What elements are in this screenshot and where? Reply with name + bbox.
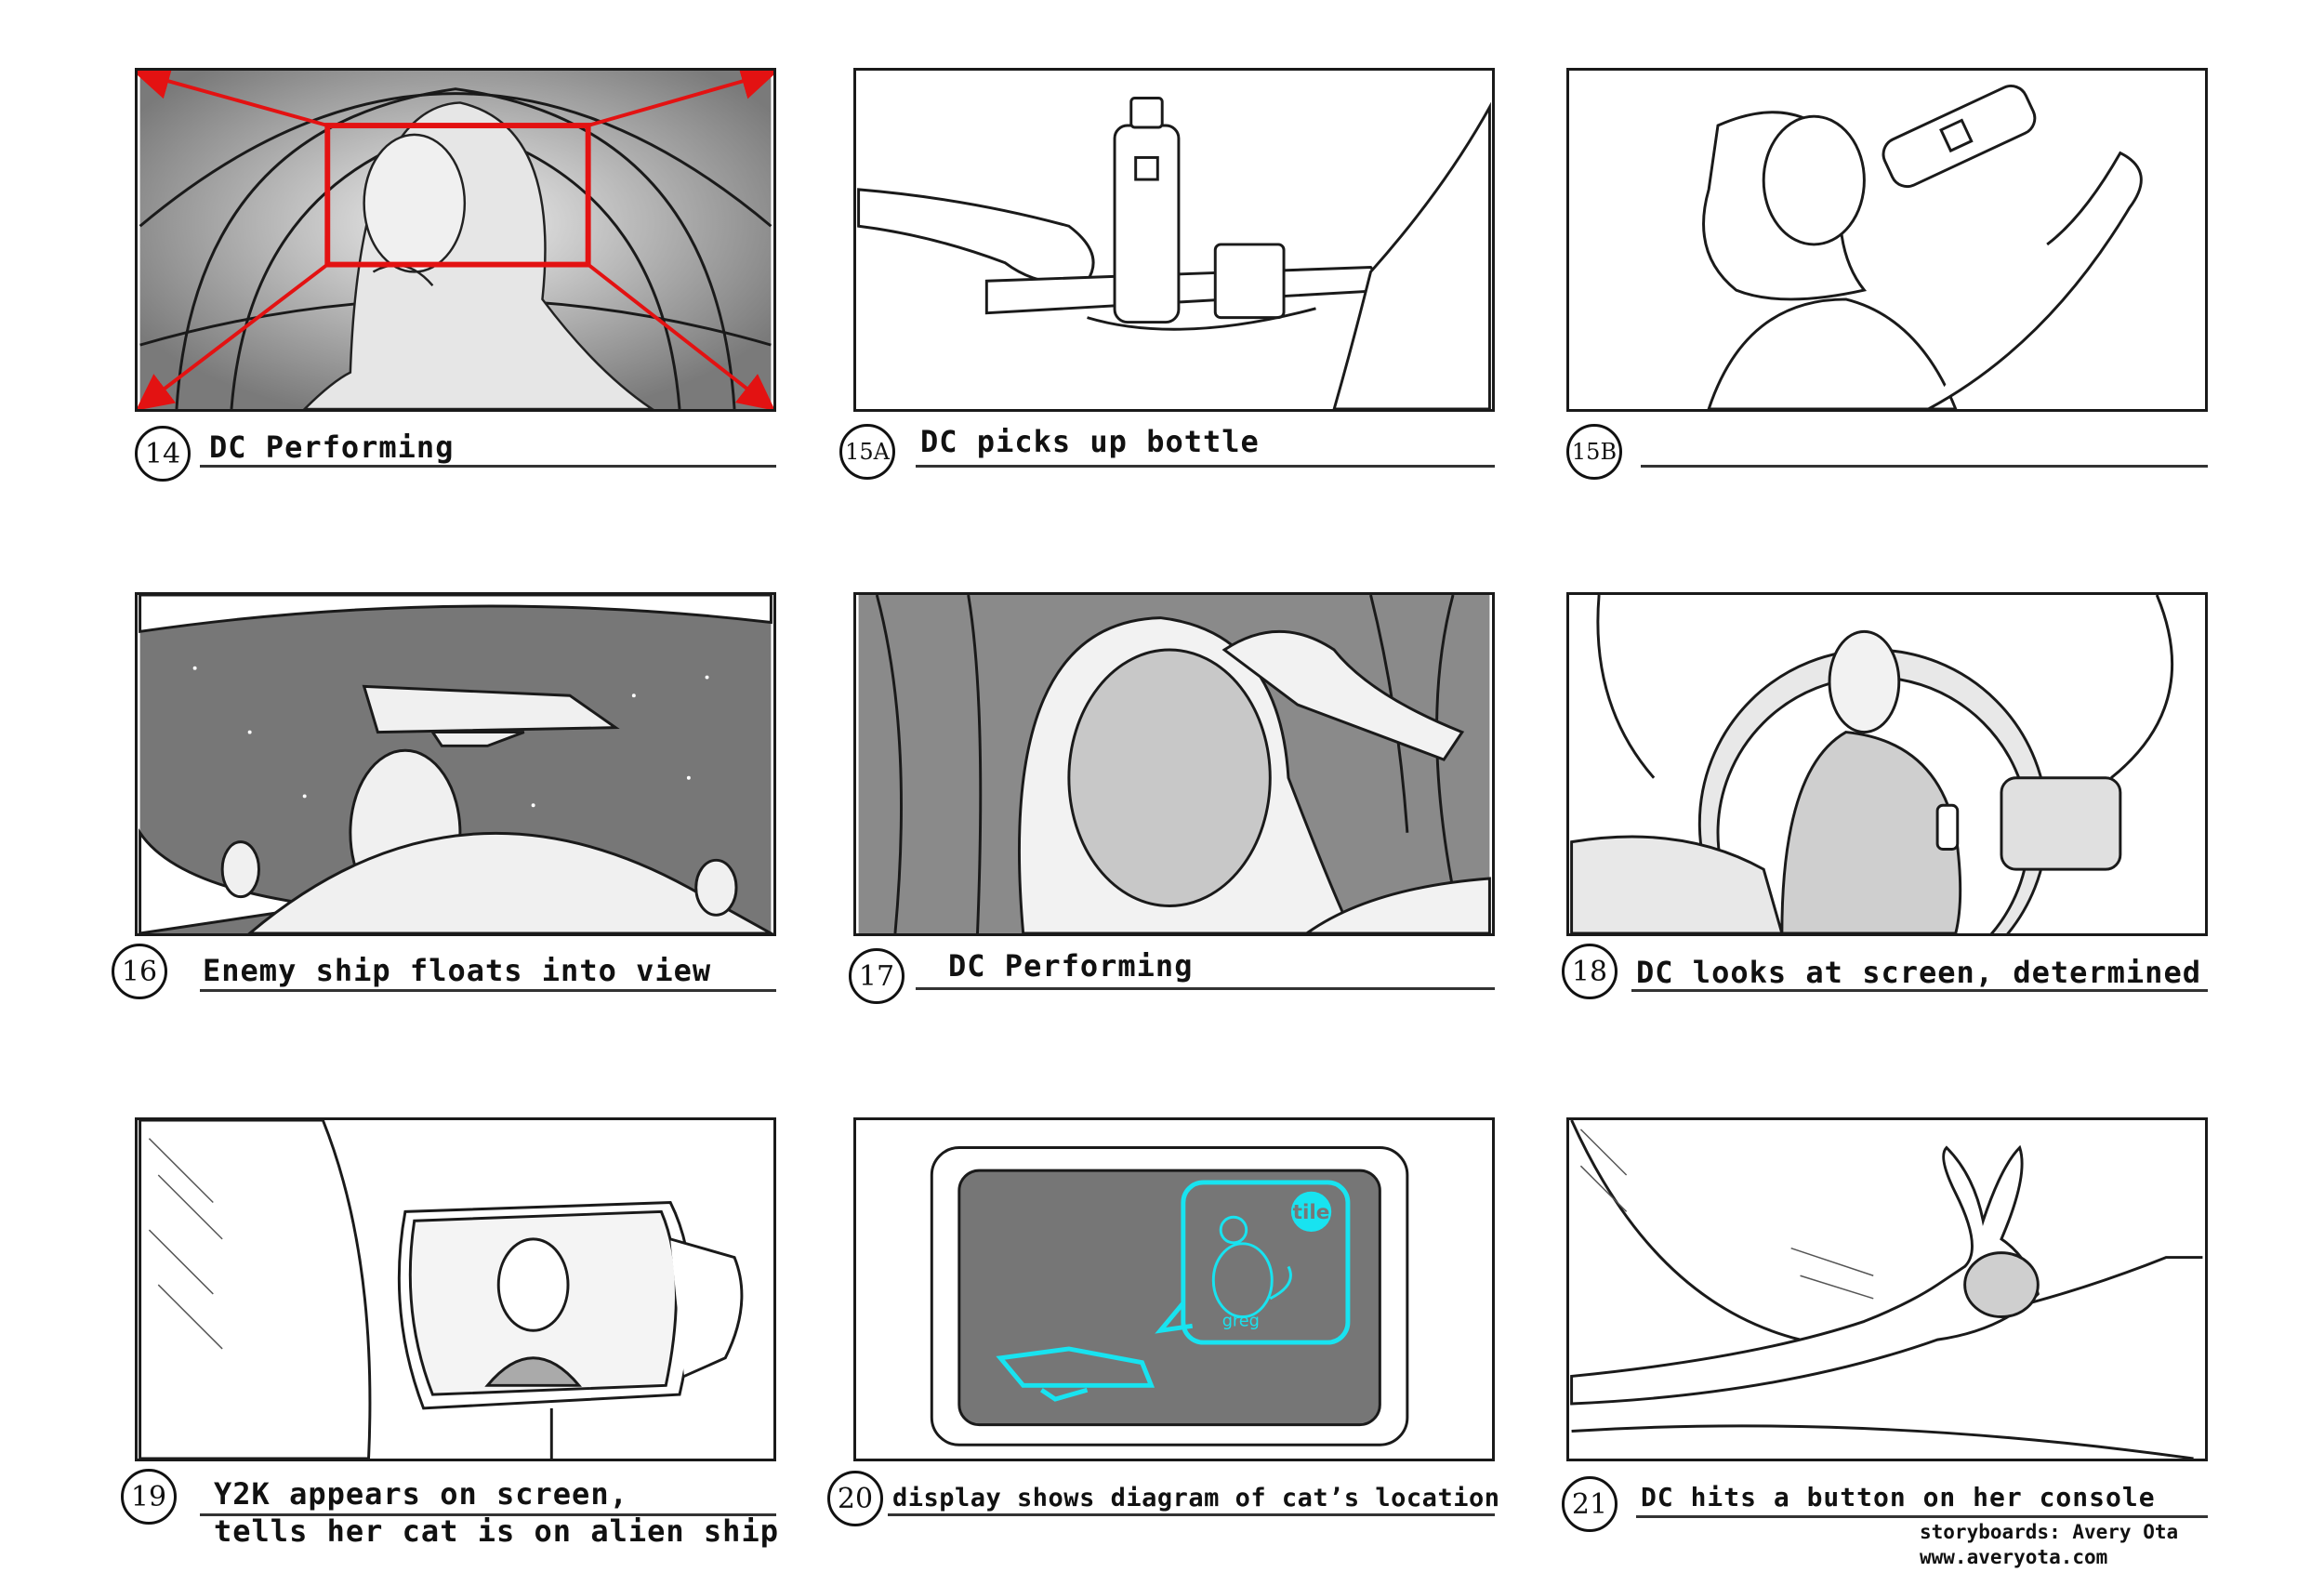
credit-website[interactable]: www.averyota.com [1920,1545,2178,1570]
caption-underline-18 [1631,989,2208,992]
panel-15b-frame [1566,68,2208,412]
panel-caption-21: DC hits a button on her console [1641,1482,2156,1512]
panel-19-frame [135,1117,776,1461]
panel-17-art [858,595,1491,933]
panel-16-art [139,595,773,933]
panel-14-art [138,71,773,409]
panel-20-art: tile greg [930,1146,1409,1446]
panel-number-15a: 15A [839,424,895,480]
panel-caption-15a: DC picks up bottle [920,424,1260,459]
panel-18-art [1570,595,2174,933]
panel-number-20: 20 [827,1471,883,1526]
panel-14-frame [135,68,776,412]
panel-17-frame [853,592,1495,936]
panel-caption-20: display shows diagram of cat’s location [892,1484,1500,1512]
panel-caption-19-line2: tells her cat is on alien ship [214,1513,779,1549]
panel-16-frame [135,592,776,936]
caption-underline-20 [888,1513,1495,1516]
panel-number-21: 21 [1562,1476,1618,1532]
storyboard-credit: storyboards: Avery Ota www.averyota.com [1920,1520,2178,1570]
caption-underline-21 [1636,1515,2208,1518]
caption-underline-17 [916,987,1495,990]
panel-caption-14: DC Performing [209,429,455,465]
caption-underline-16 [200,989,776,992]
panel-19-art [139,1120,744,1459]
panel-number-18: 18 [1562,944,1618,999]
panel-15b-art [1702,85,2143,409]
panel-15a-art [857,97,1491,409]
caption-underline-15a [916,465,1495,468]
panel-20-frame: tile greg [853,1117,1495,1461]
panel-caption-19-line1: Y2K appears on screen, [214,1476,628,1512]
caption-underline-14 [200,465,776,468]
panel-caption-17: DC Performing [948,948,1194,984]
panel-number-19: 19 [121,1469,177,1525]
panel-number-16: 16 [112,944,167,999]
panel-21-frame [1566,1117,2208,1461]
panel-21-art [1570,1120,2203,1459]
panel-number-15b: 15B [1566,424,1622,480]
cat-name-label: greg [1222,1312,1260,1330]
tile-badge-label: tile [1293,1201,1330,1224]
panel-15a-frame [853,68,1495,412]
panel-number-17: 17 [849,948,905,1004]
panel-caption-16: Enemy ship floats into view [203,953,712,988]
panel-number-14: 14 [135,426,191,482]
caption-underline-15b [1641,465,2208,468]
credit-author: storyboards: Avery Ota [1920,1521,2179,1543]
panel-caption-18: DC looks at screen, determined [1636,955,2201,990]
panel-18-frame [1566,592,2208,936]
